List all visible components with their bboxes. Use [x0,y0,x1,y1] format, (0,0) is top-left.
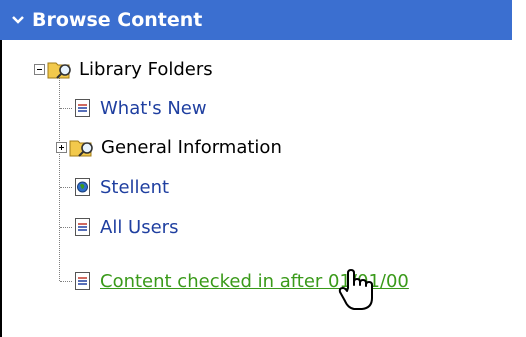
tree-item-label[interactable]: All Users [100,217,178,238]
tree-item-label[interactable]: Stellent [100,177,169,198]
document-icon [75,272,90,290]
tree-connector [60,281,72,282]
collapse-toggle-icon[interactable] [34,63,45,75]
tree-item-label: General Information [101,136,282,158]
tree-item-label: Library Folders [79,58,213,80]
browse-content-header[interactable]: Browse Content [0,0,512,40]
tree-item-all-users[interactable]: All Users [74,215,178,239]
browse-content-panel: Browse Content Library Folders What's Ne… [0,0,526,337]
browse-content-title: Browse Content [32,9,203,31]
tree-connector [60,187,72,188]
tree-root-library-folders[interactable]: Library Folders [34,57,213,81]
folder-tree: Library Folders What's New General Infor… [0,40,512,337]
tree-item-general-information[interactable]: General Information [56,135,282,159]
tree-item-label[interactable]: What's New [100,98,207,119]
library-folder-icon [47,62,71,79]
chevron-down-icon[interactable] [10,12,26,28]
tree-connector [60,227,72,228]
tree-connector [60,108,72,109]
document-icon [75,99,90,117]
document-icon [75,218,90,236]
library-folder-icon [69,140,93,157]
web-document-icon [75,178,90,196]
tree-connector-vertical [59,68,60,281]
tree-item-whats-new[interactable]: What's New [74,96,207,120]
tree-item-stellent[interactable]: Stellent [74,175,169,199]
expand-toggle-icon[interactable] [56,141,67,153]
hand-pointer-icon [338,269,373,310]
